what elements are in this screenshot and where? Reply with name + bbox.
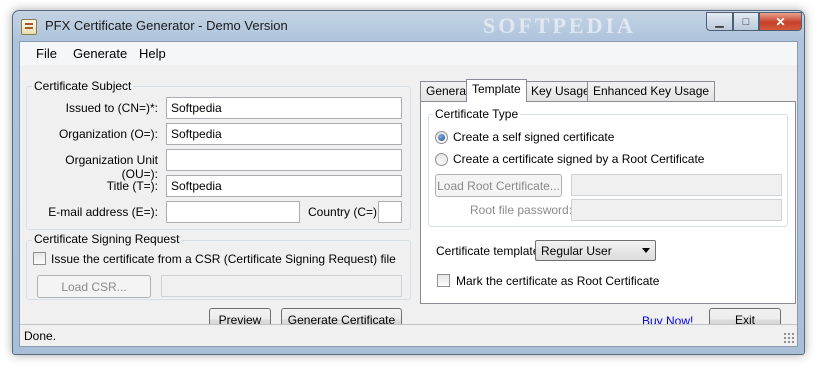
root-signed-radio[interactable] [435, 153, 448, 166]
menu-generate[interactable]: Generate [73, 46, 127, 61]
certificate-template-value: Regular User [541, 244, 612, 258]
load-csr-button[interactable]: Load CSR... [37, 275, 151, 298]
minimize-button[interactable]: ▁ [706, 12, 733, 31]
close-icon: ✕ [775, 14, 786, 29]
certificate-type-title: Certificate Type [433, 107, 521, 121]
org-unit-input[interactable] [166, 149, 402, 171]
status-bar: Done. [20, 324, 797, 346]
resize-grip-icon[interactable] [783, 332, 795, 344]
self-signed-radio[interactable] [435, 131, 448, 144]
organization-label: Organization (O=): [58, 127, 158, 141]
root-signed-label: Create a certificate signed by a Root Ce… [453, 152, 705, 166]
csr-checkbox-label: Issue the certificate from a CSR (Certif… [51, 252, 396, 266]
app-window: PFX Certificate Generator - Demo Version… [12, 10, 805, 355]
maximize-button[interactable]: □ [733, 12, 759, 31]
certificate-subject-title: Certificate Subject [32, 79, 134, 93]
country-label: Country (C=): [308, 205, 381, 219]
csr-path-input[interactable] [161, 275, 402, 297]
issued-to-label: Issued to (CN=)*: [65, 101, 158, 115]
menu-file[interactable]: File [36, 46, 57, 61]
title-label: Title (T=): [106, 179, 158, 193]
chevron-down-icon [642, 248, 650, 253]
close-button[interactable]: ✕ [759, 12, 802, 31]
template-tab-panel: Certificate Type Create a self signed ce… [420, 101, 796, 304]
self-signed-label: Create a self signed certificate [453, 130, 615, 144]
csr-title: Certificate Signing Request [32, 232, 182, 246]
tab-template[interactable]: Template [466, 79, 527, 102]
issued-to-input[interactable] [166, 97, 402, 119]
organization-input[interactable] [166, 123, 402, 145]
mark-root-label: Mark the certificate as Root Certificate [456, 274, 660, 288]
email-input[interactable] [166, 201, 300, 223]
status-text: Done. [24, 329, 57, 343]
menu-bar: File Generate Help [20, 42, 797, 65]
load-root-certificate-button[interactable]: Load Root Certificate... [435, 174, 562, 197]
menu-help[interactable]: Help [139, 46, 166, 61]
watermark-text: SOFTPEDIA [483, 13, 636, 38]
csr-checkbox[interactable] [33, 252, 46, 265]
tab-key-usage[interactable]: Key Usage [525, 81, 596, 101]
root-password-label: Root file password: [470, 203, 573, 217]
app-icon [21, 19, 37, 35]
minimize-icon: ▁ [715, 16, 724, 28]
org-unit-label: Organization Unit (OU=): [65, 153, 158, 181]
window-title: PFX Certificate Generator - Demo Version [45, 18, 288, 33]
root-certificate-path-input[interactable] [571, 174, 782, 196]
country-input[interactable] [378, 201, 402, 223]
title-input[interactable] [166, 175, 402, 197]
certificate-template-select[interactable]: Regular User [535, 240, 656, 261]
email-label: E-mail address (E=): [48, 205, 158, 219]
client-area: File Generate Help Certificate Subject I… [19, 41, 798, 347]
title-bar[interactable]: PFX Certificate Generator - Demo Version… [13, 11, 804, 41]
root-password-input[interactable] [571, 199, 782, 221]
certificate-template-label: Certificate template: [436, 244, 543, 258]
mark-root-checkbox[interactable] [437, 274, 450, 287]
tab-enhanced-key-usage[interactable]: Enhanced Key Usage [587, 81, 716, 101]
maximize-icon: □ [742, 15, 750, 28]
